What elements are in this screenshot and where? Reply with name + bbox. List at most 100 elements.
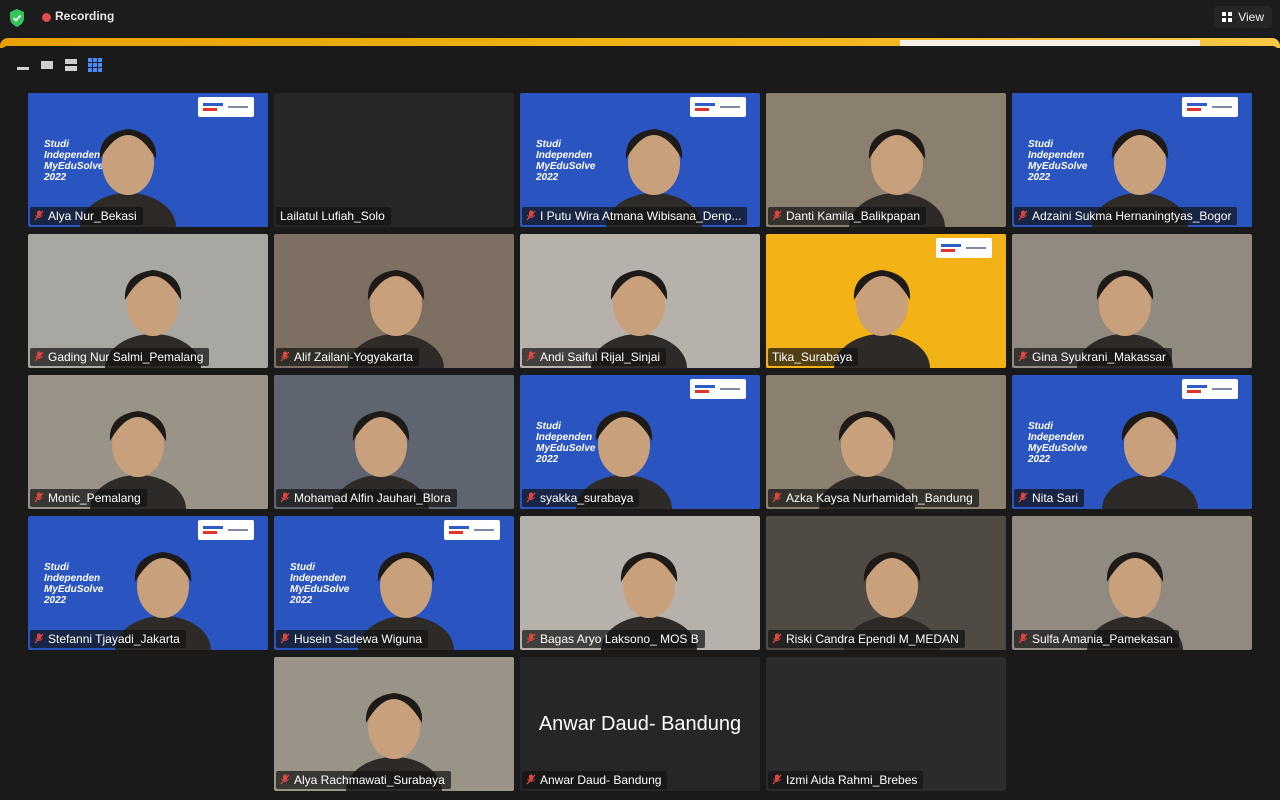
participant-tile[interactable]: Mohamad Alfin Jauhari_Blora	[274, 375, 514, 509]
view-button-label: View	[1238, 10, 1264, 24]
participant-display-name: Anwar Daud- Bandung	[538, 713, 742, 735]
participant-name: Alya Rachmawati_Surabaya	[294, 773, 445, 787]
participant-name-bar: Husein Sadewa Wiguna	[276, 630, 429, 648]
mic-muted-icon	[526, 351, 536, 362]
gallery-layout-icon[interactable]	[88, 58, 102, 72]
participant-tile[interactable]: Gading Nur Salmi_Pemalang	[28, 234, 268, 368]
mic-muted-icon	[34, 351, 44, 362]
participant-name: Lailatul Lufiah_Solo	[280, 209, 385, 223]
participant-name-bar: Stefanni Tjayadi_Jakarta	[30, 630, 186, 648]
participant-name-bar: Sulfa Amania_Pamekasan	[1014, 630, 1179, 648]
participant-name-bar: Alya Rachmawati_Surabaya	[276, 771, 451, 789]
participant-name: Andi Saiful Rijal_Sinjai	[540, 350, 661, 364]
participant-name: syakka_surabaya	[540, 491, 634, 505]
participant-name: Stefanni Tjayadi_Jakarta	[48, 632, 180, 646]
participant-tile[interactable]: Studi Independen MyEduSolve 2022 syakka_sura…	[520, 375, 760, 509]
participant-tile[interactable]: Tika_Surabaya	[766, 234, 1006, 368]
two-row-layout-icon[interactable]	[64, 58, 78, 72]
participant-tile[interactable]: Danti Kamila_Balikpapan	[766, 93, 1006, 227]
participant-tile[interactable]: Studi Independen MyEduSolve 2022 Adzaini Suk…	[1012, 93, 1252, 227]
mic-muted-icon	[34, 210, 44, 221]
participant-name-bar: Mohamad Alfin Jauhari_Blora	[276, 489, 457, 507]
participant-name-bar: I Putu Wira Atmana Wibisana_Denp...	[522, 207, 748, 225]
participant-name: I Putu Wira Atmana Wibisana_Denp...	[540, 209, 742, 223]
mic-muted-icon	[772, 210, 782, 221]
participant-tile[interactable]: Monic_Pemalang	[28, 375, 268, 509]
participant-name-bar: Lailatul Lufiah_Solo	[276, 207, 391, 225]
participant-tile[interactable]: Andi Saiful Rijal_Sinjai	[520, 234, 760, 368]
participant-tile[interactable]: Lailatul Lufiah_Solo	[274, 93, 514, 227]
minimize-thumbnail-icon[interactable]	[16, 58, 30, 72]
participant-tile[interactable]: Izmi Aida Rahmi_Brebes	[766, 657, 1006, 791]
participant-name-bar: Izmi Aida Rahmi_Brebes	[768, 771, 924, 789]
mic-muted-icon	[1018, 492, 1028, 503]
mic-muted-icon	[772, 774, 782, 785]
mic-muted-icon	[1018, 210, 1028, 221]
participant-name-bar: Bagas Aryo Laksono_ MOS B	[522, 630, 705, 648]
participant-name: Alya Nur_Bekasi	[48, 209, 137, 223]
participant-name-bar: Azka Kaysa Nurhamidah_Bandung	[768, 489, 979, 507]
participant-name-bar: Anwar Daud- Bandung	[522, 771, 668, 789]
participant-name-bar: Andi Saiful Rijal_Sinjai	[522, 348, 667, 366]
participant-name: Gina Syukrani_Makassar	[1032, 350, 1167, 364]
participant-name-bar: syakka_surabaya	[522, 489, 640, 507]
participant-name-bar: Monic_Pemalang	[30, 489, 147, 507]
mic-muted-icon	[34, 492, 44, 503]
participant-tile[interactable]: Riski Candra Ependi M_MEDAN	[766, 516, 1006, 650]
participant-tile[interactable]: Sulfa Amania_Pamekasan	[1012, 516, 1252, 650]
mic-muted-icon	[280, 774, 290, 785]
participant-name-bar: Gading Nur Salmi_Pemalang	[30, 348, 210, 366]
participant-name: Gading Nur Salmi_Pemalang	[48, 350, 204, 364]
mic-muted-icon	[526, 492, 536, 503]
mic-muted-icon	[526, 633, 536, 644]
participant-name-bar: Tika_Surabaya	[768, 348, 859, 366]
participant-name: Anwar Daud- Bandung	[540, 773, 662, 787]
participant-name: Nita Sari	[1032, 491, 1079, 505]
participant-tile[interactable]: Studi Independen MyEduSolve 2022 Alya Nur_Be…	[28, 93, 268, 227]
meeting-topbar: Recording View	[0, 0, 1280, 36]
view-button[interactable]: View	[1214, 6, 1272, 28]
participant-name: Tika_Surabaya	[772, 350, 853, 364]
participant-tile[interactable]: Azka Kaysa Nurhamidah_Bandung	[766, 375, 1006, 509]
participant-name: Danti Kamila_Balikpapan	[786, 209, 921, 223]
participant-tile[interactable]: Studi Independen MyEduSolve 2022 Husein Sade…	[274, 516, 514, 650]
participant-name-bar: Gina Syukrani_Makassar	[1014, 348, 1173, 366]
participant-name: Monic_Pemalang	[48, 491, 141, 505]
participant-tile[interactable]: Studi Independen MyEduSolve 2022 I Putu Wira…	[520, 93, 760, 227]
mic-muted-icon	[34, 633, 44, 644]
security-shield-icon[interactable]	[8, 8, 26, 28]
participant-name: Alif Zailani-Yogyakarta	[294, 350, 413, 364]
participant-tile[interactable]: Anwar Daud- Bandung Anwar Daud- Bandung	[520, 657, 760, 791]
mic-muted-icon	[772, 633, 782, 644]
participant-name: Bagas Aryo Laksono_ MOS B	[540, 632, 699, 646]
mic-muted-icon	[280, 351, 290, 362]
participant-name-bar: Alya Nur_Bekasi	[30, 207, 143, 225]
participant-tile[interactable]: Gina Syukrani_Makassar	[1012, 234, 1252, 368]
mic-muted-icon	[280, 492, 290, 503]
recording-label[interactable]: Recording	[55, 9, 114, 23]
participant-tile[interactable]: Studi Independen MyEduSolve 2022 Nita Sari	[1012, 375, 1252, 509]
mic-muted-icon	[772, 492, 782, 503]
mic-muted-icon	[526, 210, 536, 221]
participant-name-bar: Alif Zailani-Yogyakarta	[276, 348, 419, 366]
single-speaker-layout-icon[interactable]	[40, 58, 54, 72]
participant-name-bar: Adzaini Sukma Hernaningtyas_Bogor	[1014, 207, 1238, 225]
participant-name: Sulfa Amania_Pamekasan	[1032, 632, 1173, 646]
participant-name: Izmi Aida Rahmi_Brebes	[786, 773, 918, 787]
mic-muted-icon	[1018, 351, 1028, 362]
participant-name: Husein Sadewa Wiguna	[294, 632, 423, 646]
participant-name: Riski Candra Ependi M_MEDAN	[786, 632, 959, 646]
participant-name: Azka Kaysa Nurhamidah_Bandung	[786, 491, 973, 505]
grid-view-icon	[1222, 12, 1233, 22]
mic-muted-icon	[526, 774, 536, 785]
mic-muted-icon	[1018, 633, 1028, 644]
participant-tile[interactable]: Studi Independen MyEduSolve 2022 Stefanni Tj…	[28, 516, 268, 650]
mic-muted-icon	[280, 633, 290, 644]
participant-tile[interactable]: Alif Zailani-Yogyakarta	[274, 234, 514, 368]
participant-tile[interactable]: Bagas Aryo Laksono_ MOS B	[520, 516, 760, 650]
participant-tile[interactable]: Alya Rachmawati_Surabaya	[274, 657, 514, 791]
participant-name-bar: Danti Kamila_Balikpapan	[768, 207, 927, 225]
participant-name: Adzaini Sukma Hernaningtyas_Bogor	[1032, 209, 1232, 223]
participant-name: Mohamad Alfin Jauhari_Blora	[294, 491, 451, 505]
participant-name-bar: Nita Sari	[1014, 489, 1085, 507]
